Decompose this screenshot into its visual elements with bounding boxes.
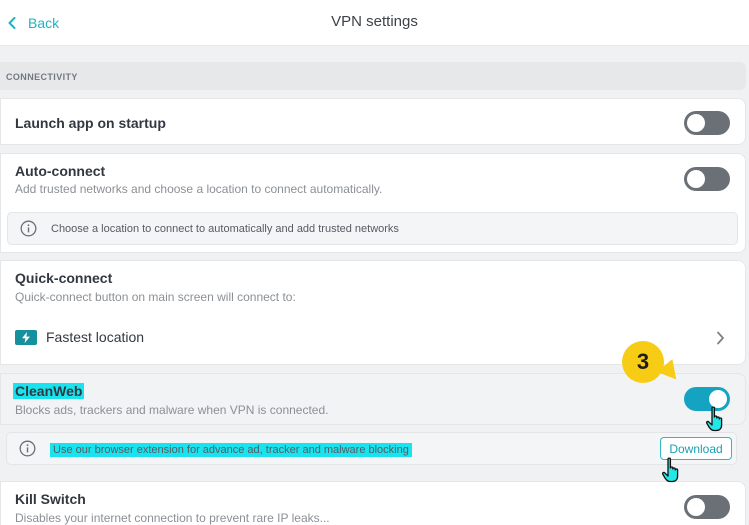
vpn-settings-page: Back VPN settings CONNECTIVITY Launch ap…	[0, 0, 749, 525]
chevron-right-icon[interactable]	[716, 331, 725, 345]
info-icon	[19, 440, 36, 457]
top-bar: Back VPN settings	[0, 0, 749, 46]
toggle-knob	[687, 498, 705, 516]
setting-title: CleanWeb	[13, 383, 85, 399]
location-label: Fastest location	[46, 329, 145, 345]
setting-description: Disables your internet connection to pre…	[15, 511, 330, 525]
setting-title: Kill Switch	[15, 491, 86, 507]
info-text: Use our browser extension for advance ad…	[50, 443, 412, 457]
setting-auto-connect: Auto-connect Add trusted networks and ch…	[0, 153, 746, 253]
page-title: VPN settings	[331, 13, 418, 30]
section-header-connectivity: CONNECTIVITY	[0, 62, 746, 90]
info-text: Choose a location to connect to automati…	[51, 223, 399, 235]
info-icon	[20, 220, 37, 237]
toggle-knob	[687, 170, 705, 188]
toggle-knob	[687, 114, 705, 132]
setting-title: Launch app on startup	[15, 115, 166, 131]
launch-on-startup-toggle[interactable]	[684, 111, 730, 135]
download-extension-button[interactable]: Download	[660, 437, 732, 460]
setting-description: Add trusted networks and choose a locati…	[15, 182, 383, 196]
setting-description: Quick-connect button on main screen will…	[15, 290, 296, 304]
setting-launch-on-startup: Launch app on startup	[0, 98, 746, 145]
auto-connect-info-box: Choose a location to connect to automati…	[7, 212, 738, 245]
cleanweb-toggle[interactable]	[684, 387, 730, 411]
step-badge: 3	[622, 341, 664, 383]
setting-kill-switch: Kill Switch Disables your internet conne…	[0, 481, 746, 525]
setting-title: Auto-connect	[15, 163, 106, 179]
lightning-icon	[15, 329, 37, 345]
toggle-knob	[709, 390, 727, 408]
setting-description: Blocks ads, trackers and malware when VP…	[15, 403, 329, 417]
cleanweb-info-box: Use our browser extension for advance ad…	[6, 432, 737, 465]
section-label: CONNECTIVITY	[6, 72, 78, 82]
auto-connect-toggle[interactable]	[684, 167, 730, 191]
quick-connect-location-row[interactable]: Fastest location	[15, 329, 144, 345]
kill-switch-toggle[interactable]	[684, 495, 730, 519]
setting-title: Quick-connect	[15, 270, 113, 286]
